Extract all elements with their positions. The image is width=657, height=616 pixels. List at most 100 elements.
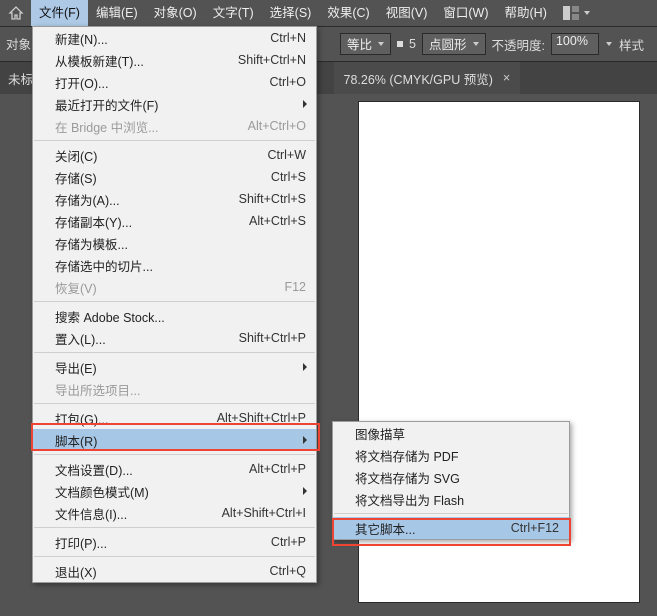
stroke-profile-value: 点圆形 (429, 38, 467, 52)
menu-item-shortcut: Shift+Ctrl+S (239, 192, 306, 206)
file-menu-item[interactable]: 存储为模板... (33, 232, 316, 254)
menu-separator (34, 403, 315, 404)
menu-item-label: 将文档存储为 SVG (355, 468, 559, 487)
menu-item-label: 将文档存储为 PDF (355, 446, 559, 465)
file-menu-item[interactable]: 打印(P)...Ctrl+P (33, 531, 316, 553)
home-icon[interactable] (1, 0, 31, 26)
menu-item-label: 打开(O)... (55, 73, 270, 92)
menu-item-label: 导出(E) (55, 358, 306, 377)
file-menu-item[interactable]: 文档设置(D)...Alt+Ctrl+P (33, 458, 316, 480)
menu-separator (34, 527, 315, 528)
script-menu-item[interactable]: 将文档存储为 SVG (333, 466, 569, 488)
menu-item-shortcut: Ctrl+S (271, 170, 306, 184)
menu-item-shortcut: Alt+Ctrl+S (249, 214, 306, 228)
menu-item-shortcut: Ctrl+O (270, 75, 306, 89)
menubar-item[interactable]: 帮助(H) (497, 0, 555, 26)
menu-item-label: 文档颜色模式(M) (55, 482, 306, 501)
menubar-item[interactable]: 窗口(W) (435, 0, 496, 26)
menu-separator (34, 140, 315, 141)
script-menu-item[interactable]: 将文档导出为 Flash (333, 488, 569, 510)
file-menu-item[interactable]: 新建(N)...Ctrl+N (33, 27, 316, 49)
file-menu-item[interactable]: 脚本(R) (33, 429, 316, 451)
bullet-icon (397, 41, 403, 47)
menubar-item[interactable]: 编辑(E) (88, 0, 146, 26)
close-icon[interactable]: × (503, 71, 510, 85)
menubar-item[interactable]: 选择(S) (262, 0, 320, 26)
menu-item-label: 存储为模板... (55, 234, 306, 253)
menu-separator (34, 301, 315, 302)
file-menu-item[interactable]: 从模板新建(T)...Shift+Ctrl+N (33, 49, 316, 71)
file-menu-item[interactable]: 导出(E) (33, 356, 316, 378)
file-menu-item[interactable]: 存储为(A)...Shift+Ctrl+S (33, 188, 316, 210)
file-menu-item[interactable]: 打包(G)...Alt+Shift+Ctrl+P (33, 407, 316, 429)
menu-item-label: 最近打开的文件(F) (55, 95, 306, 114)
scale-mode-select[interactable]: 等比 (340, 33, 391, 55)
menu-item-shortcut: Ctrl+N (270, 31, 306, 45)
menu-item-label: 存储(S) (55, 168, 271, 187)
menu-item-label: 新建(N)... (55, 29, 270, 48)
menubar-item[interactable]: 效果(C) (319, 0, 377, 26)
file-menu-item[interactable]: 存储选中的切片... (33, 254, 316, 276)
file-menu-item[interactable]: 存储副本(Y)...Alt+Ctrl+S (33, 210, 316, 232)
script-menu-item[interactable]: 图像描草 (333, 422, 569, 444)
style-label: 样式 (619, 35, 644, 54)
script-submenu: 图像描草将文档存储为 PDF 将文档存储为 SVG 将文档导出为 Flash 其它脚本… (332, 421, 570, 540)
file-menu-item[interactable]: 置入(L)...Shift+Ctrl+P (33, 327, 316, 349)
menu-item-shortcut: Ctrl+Q (270, 564, 306, 578)
menu-item-label: 打包(G)... (55, 409, 217, 428)
menu-item-label: 文件信息(I)... (55, 504, 222, 523)
menu-item-shortcut: Alt+Shift+Ctrl+I (222, 506, 306, 520)
menubar-item[interactable]: 文件(F) (31, 0, 88, 26)
arrange-documents-icon[interactable] (563, 6, 591, 20)
opacity-value: 100% (556, 34, 588, 48)
menu-item-label: 在 Bridge 中浏览... (55, 117, 248, 136)
file-menu-item[interactable]: 退出(X)Ctrl+Q (33, 560, 316, 582)
menu-item-label: 脚本(R) (55, 431, 306, 450)
menu-item-shortcut: Ctrl+F12 (511, 521, 559, 535)
menu-item-shortcut: Ctrl+P (271, 535, 306, 549)
menu-item-label: 从模板新建(T)... (55, 51, 238, 70)
file-menu-item: 在 Bridge 中浏览...Alt+Ctrl+O (33, 115, 316, 137)
file-menu-item: 导出所选项目... (33, 378, 316, 400)
file-menu-item[interactable]: 打开(O)...Ctrl+O (33, 71, 316, 93)
file-menu-item[interactable]: 文件信息(I)...Alt+Shift+Ctrl+I (33, 502, 316, 524)
file-menu-item[interactable]: 搜索 Adobe Stock... (33, 305, 316, 327)
menubar: 文件(F)编辑(E)对象(O)文字(T)选择(S)效果(C)视图(V)窗口(W)… (0, 0, 657, 26)
script-menu-item[interactable]: 将文档存储为 PDF (333, 444, 569, 466)
menu-item-shortcut: Alt+Ctrl+O (248, 119, 306, 133)
menu-separator (34, 352, 315, 353)
menu-separator (34, 556, 315, 557)
opacity-field[interactable]: 100% (551, 33, 599, 55)
file-menu-item[interactable]: 文档颜色模式(M) (33, 480, 316, 502)
document-tab[interactable]: 78.26% (CMYK/GPU 预览) × (334, 62, 521, 94)
menu-item-label: 将文档导出为 Flash (355, 490, 559, 509)
file-menu-item[interactable]: 存储(S)Ctrl+S (33, 166, 316, 188)
file-menu-item: 恢复(V)F12 (33, 276, 316, 298)
chevron-down-icon[interactable] (605, 40, 613, 48)
menu-item-shortcut: F12 (284, 280, 306, 294)
submenu-arrow-icon (302, 99, 308, 109)
chevron-down-icon (377, 40, 385, 48)
menubar-item[interactable]: 对象(O) (146, 0, 205, 26)
file-menu-item[interactable]: 关闭(C)Ctrl+W (33, 144, 316, 166)
submenu-arrow-icon (302, 486, 308, 496)
menu-item-label: 其它脚本... (355, 519, 511, 538)
menu-item-label: 导出所选项目... (55, 380, 306, 399)
submenu-arrow-icon (302, 435, 308, 445)
stroke-profile-select[interactable]: 点圆形 (422, 33, 486, 55)
script-menu-item[interactable]: 其它脚本...Ctrl+F12 (333, 517, 569, 539)
menu-item-shortcut: Shift+Ctrl+N (238, 53, 306, 67)
menu-item-label: 置入(L)... (55, 329, 239, 348)
file-menu-item[interactable]: 最近打开的文件(F) (33, 93, 316, 115)
file-menu: 新建(N)...Ctrl+N从模板新建(T)...Shift+Ctrl+N打开(… (32, 26, 317, 583)
menubar-item[interactable]: 视图(V) (378, 0, 436, 26)
menu-item-label: 关闭(C) (55, 146, 267, 165)
stroke-value: 5 (409, 37, 416, 51)
menu-item-label: 存储副本(Y)... (55, 212, 249, 231)
menu-item-label: 图像描草 (355, 424, 559, 443)
opacity-label: 不透明度: (492, 35, 545, 54)
tab-label: 78.26% (CMYK/GPU 预览) (344, 69, 493, 88)
menubar-item[interactable]: 文字(T) (205, 0, 262, 26)
menu-item-label: 文档设置(D)... (55, 460, 249, 479)
menu-separator (34, 454, 315, 455)
